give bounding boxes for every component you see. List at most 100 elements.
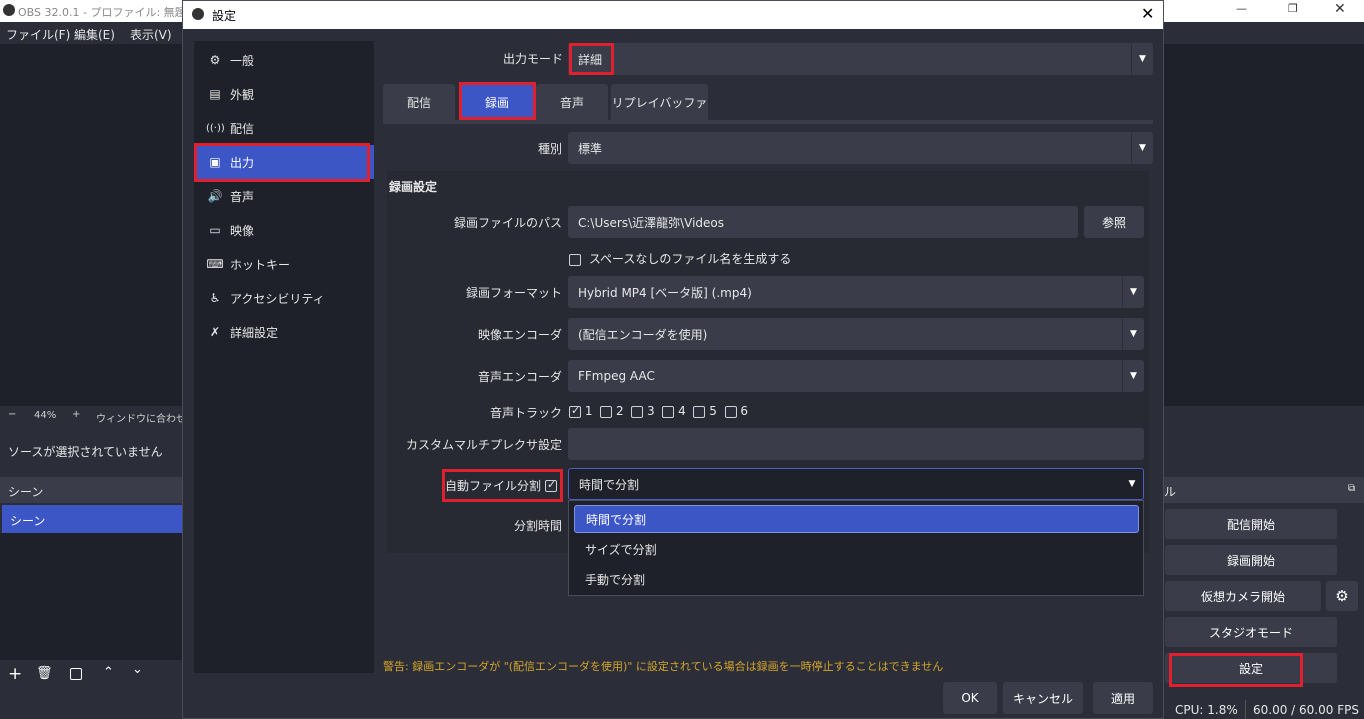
- track-5-checkbox[interactable]: [693, 405, 706, 418]
- start-recording-button[interactable]: 録画開始: [1165, 545, 1337, 575]
- sidebar-item-stream[interactable]: ((·)) 配信: [194, 111, 374, 145]
- audio-encoder-value: FFmpeg AAC: [578, 369, 655, 383]
- audio-track-label: 音声トラック: [489, 406, 562, 420]
- menu-edit[interactable]: 編集(E): [74, 26, 115, 43]
- scenes-dock-header: シーン: [0, 477, 182, 503]
- section-title: 録画設定: [389, 180, 438, 194]
- recording-tab-highlight: [459, 82, 536, 120]
- studio-mode-button[interactable]: スタジオモード: [1165, 617, 1337, 647]
- track-6-checkbox[interactable]: [724, 405, 737, 418]
- accessibility-icon: ♿: [209, 291, 221, 305]
- dialog-close-icon[interactable]: ✕: [1141, 4, 1154, 23]
- sidebar-item-appearance[interactable]: ▤ 外観: [194, 77, 374, 111]
- preview-area[interactable]: [0, 44, 182, 406]
- speaker-icon: 🔊: [207, 189, 223, 203]
- audio-encoder-select[interactable]: FFmpeg AAC ▼: [568, 360, 1144, 392]
- format-select[interactable]: Hybrid MP4 [ベータ版] (.mp4) ▼: [568, 276, 1144, 308]
- obs-logo-icon: [192, 8, 204, 20]
- add-scene-icon[interactable]: +: [8, 664, 22, 684]
- track-4-checkbox[interactable]: [662, 405, 675, 418]
- move-up-icon[interactable]: ⌃: [103, 665, 114, 680]
- scenes-title: シーン: [8, 485, 44, 499]
- move-down-icon[interactable]: ⌄: [132, 662, 143, 677]
- dropdown-option-manual[interactable]: 手動で分割: [574, 565, 1139, 593]
- type-select[interactable]: 標準 ▼: [568, 132, 1153, 164]
- no-space-label: スペースなしのファイル名を生成する: [588, 252, 792, 266]
- zoom-in-button[interactable]: +: [72, 409, 80, 420]
- virtual-camera-settings-gear-icon[interactable]: ⚙: [1326, 581, 1358, 611]
- menu-view[interactable]: 表示(V): [130, 26, 172, 43]
- settings-dialog: 設定 ✕ ⚙ 一般 ▤ 外観 ((·)) 配信 ▣ 出力 🔊 音声 ▭ 映像 ⌨ ホットキー …: [182, 0, 1164, 719]
- track-3-label: 3: [647, 404, 655, 418]
- sidebar-item-video[interactable]: ▭ 映像: [194, 213, 374, 247]
- filter-icon[interactable]: [70, 668, 82, 680]
- sidebar-item-label: 配信: [230, 121, 255, 136]
- gear-icon: ⚙: [209, 53, 221, 67]
- no-space-checkbox[interactable]: [569, 253, 581, 266]
- keyboard-icon: ⌨: [206, 257, 224, 271]
- settings-button-highlight: [1169, 653, 1303, 687]
- start-streaming-button[interactable]: 配信開始: [1165, 509, 1337, 539]
- path-value: C:\Users\近澤龍弥\Videos: [578, 215, 725, 230]
- sidebar-item-general[interactable]: ⚙ 一般: [194, 43, 374, 77]
- track-4-label: 4: [678, 404, 686, 418]
- tab-stream[interactable]: 配信: [383, 84, 455, 120]
- zoom-fit-button[interactable]: ウィンドウに合わせて: [96, 410, 196, 425]
- path-label: 録画ファイルのパス: [453, 216, 562, 230]
- apply-button[interactable]: 適用: [1093, 682, 1153, 714]
- undock-icon[interactable]: ⧉: [1348, 483, 1355, 494]
- track-1-checkbox[interactable]: [569, 404, 581, 418]
- video-encoder-select[interactable]: (配信エンコーダを使用) ▼: [568, 318, 1144, 350]
- output-mode-label: 出力モード: [502, 52, 563, 66]
- restore-icon[interactable]: ❐: [1288, 2, 1298, 15]
- menu-file[interactable]: ファイル(F): [6, 26, 70, 43]
- track-6-label: 6: [740, 404, 749, 418]
- controls-title: ル: [1164, 485, 1177, 499]
- muxer-label: カスタムマルチプレクサ設定: [405, 438, 562, 452]
- output-mode-highlight: [569, 43, 614, 75]
- sidebar-item-label: 詳細設定: [230, 325, 279, 340]
- scene-toolbar: + 🗑 ⌃ ⌄: [0, 660, 182, 690]
- path-input[interactable]: C:\Users\近澤龍弥\Videos: [568, 206, 1078, 238]
- chevron-down-icon: ▼: [1131, 43, 1153, 75]
- sidebar-item-label: 映像: [230, 223, 255, 238]
- video-encoder-value: (配信エンコーダを使用): [578, 327, 708, 342]
- dropdown-option-size[interactable]: サイズで分割: [574, 535, 1139, 563]
- browse-button[interactable]: 参照: [1084, 206, 1144, 238]
- scene-list[interactable]: [0, 533, 182, 660]
- appearance-icon: ▤: [209, 87, 221, 101]
- trash-icon[interactable]: 🗑: [36, 666, 53, 681]
- minimize-icon[interactable]: —: [1236, 2, 1247, 15]
- sidebar-item-label: アクセシビリティ: [230, 291, 325, 306]
- sidebar-item-hotkeys[interactable]: ⌨ ホットキー: [194, 247, 374, 281]
- cpu-usage: CPU: 1.8%: [1175, 703, 1238, 717]
- left-status-area: [0, 694, 182, 719]
- sidebar-item-audio[interactable]: 🔊 音声: [194, 179, 374, 213]
- no-space-checkbox-row[interactable]: スペースなしのファイル名を生成する: [569, 250, 791, 267]
- fps-readout: 60.00 / 60.00 FPS: [1253, 703, 1359, 717]
- audio-track-checkboxes: 1 2 3 4 5 6: [569, 404, 748, 418]
- auto-split-select[interactable]: 時間で分割 ▼: [568, 468, 1144, 500]
- sidebar-item-accessibility[interactable]: ♿ アクセシビリティ: [194, 281, 374, 315]
- ok-button[interactable]: OK: [943, 682, 997, 714]
- dropdown-option-time[interactable]: 時間で分割: [574, 505, 1139, 533]
- tab-audio[interactable]: 音声: [536, 84, 608, 120]
- sidebar-item-advanced[interactable]: ✗ 詳細設定: [194, 315, 374, 349]
- output-mode-select[interactable]: 詳細 ▼: [568, 43, 1153, 75]
- track-3-checkbox[interactable]: [631, 405, 644, 418]
- scene-list-item[interactable]: シーン: [2, 505, 182, 533]
- zoom-out-button[interactable]: −: [8, 409, 16, 420]
- close-icon[interactable]: ✕: [1334, 1, 1346, 17]
- preview-area-right[interactable]: [1162, 44, 1364, 406]
- format-label: 録画フォーマット: [465, 286, 562, 300]
- muxer-input[interactable]: [568, 428, 1144, 460]
- track-2-checkbox[interactable]: [600, 405, 613, 418]
- tab-replay-buffer[interactable]: リプレイバッファ: [611, 84, 708, 120]
- virtual-camera-button[interactable]: 仮想カメラ開始: [1165, 581, 1321, 611]
- cancel-button[interactable]: キャンセル: [1003, 682, 1083, 714]
- zoom-bar: − 44% + ウィンドウに合わせて: [0, 406, 196, 426]
- zoom-value: 44%: [34, 410, 57, 421]
- type-value: 標準: [578, 141, 603, 156]
- type-label: 種別: [537, 142, 562, 156]
- settings-sidebar: ⚙ 一般 ▤ 外観 ((·)) 配信 ▣ 出力 🔊 音声 ▭ 映像 ⌨ ホットキー ♿ アクセシ…: [194, 41, 374, 673]
